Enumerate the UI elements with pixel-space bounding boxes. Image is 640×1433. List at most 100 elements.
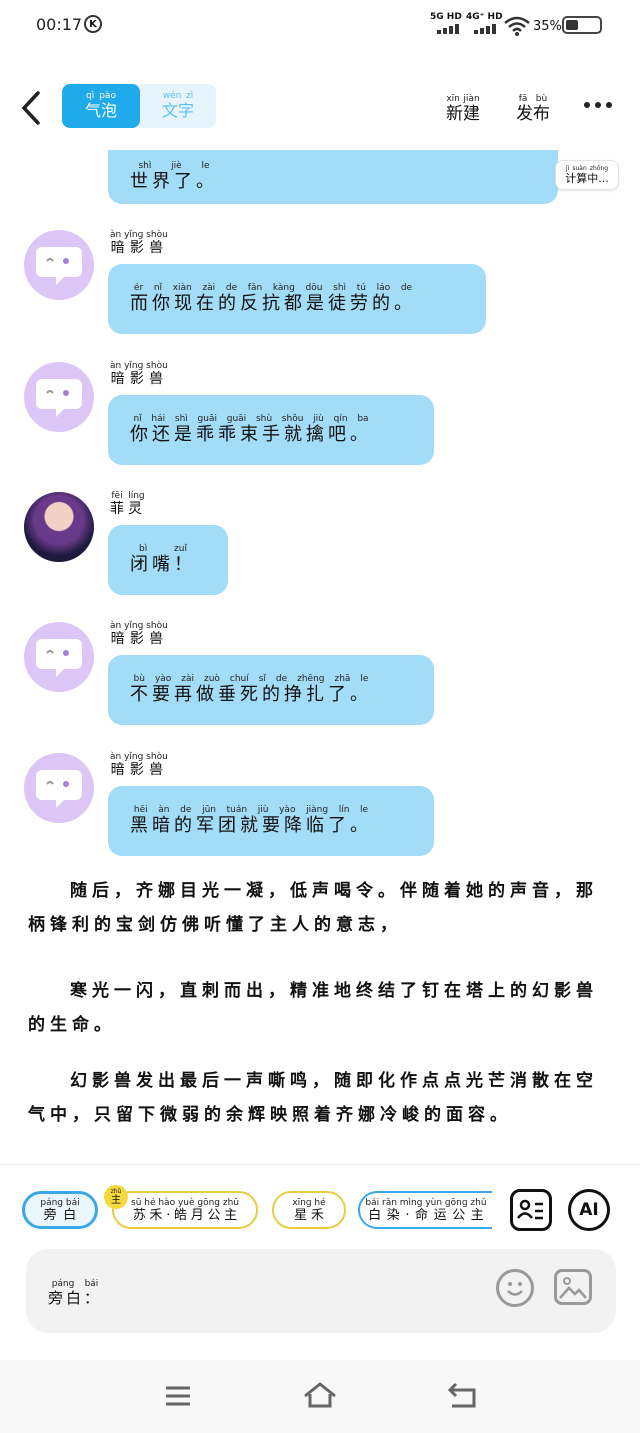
ghost-avatar-icon <box>36 770 82 808</box>
role-label: 苏禾·皓月公主 <box>131 1207 239 1223</box>
speaker-pinyin: àn yǐng shòu <box>110 230 168 240</box>
role-pinyin: bái rǎn mìng yùn gōng zhǔ <box>365 1197 487 1208</box>
role-label: 星禾 <box>292 1207 326 1223</box>
role-label: 白染·命运公主 <box>365 1207 487 1223</box>
role-pinyin: xīng hé <box>292 1197 326 1208</box>
tab-bubble[interactable]: 气泡qì pào <box>62 84 140 128</box>
tab-bubble-label: 气泡 <box>84 101 117 120</box>
avatar-shadow-beast[interactable] <box>24 362 94 432</box>
status-time: 00:17 <box>36 15 83 34</box>
host-label: 主 <box>110 1195 122 1206</box>
new-button[interactable]: 新建xīn jiàn <box>446 94 480 124</box>
narration-paragraph: 随后，齐娜目光一凝，低声喝令。伴随着她的声音，那柄锋利的宝剑仿佛听懂了主人的意志… <box>28 881 598 935</box>
battery-icon <box>562 16 602 34</box>
message-text: 而你现在的反抗都是徒劳的。 <box>130 293 416 314</box>
message-bubble[interactable]: 黑暗的军团就要降临了。hēi àn de jūn tuán jiù yào ji… <box>108 786 434 856</box>
character-card-glyph <box>517 1199 543 1220</box>
speaker-label: 暗影兽 <box>110 762 168 778</box>
ghost-avatar-icon <box>36 379 82 417</box>
input-prefix-label: 旁白： <box>48 1289 103 1307</box>
message-pinyin: shì jiè le <box>130 161 218 171</box>
host-badge: 主zhǔ <box>104 1185 128 1209</box>
message-text: 黑暗的军团就要降临了。 <box>130 815 372 836</box>
avatar-feiling[interactable] <box>24 492 94 562</box>
k-badge-icon: K <box>84 15 102 33</box>
narration-block[interactable]: 寒光一闪，直刺而出，精准地终结了钉在塔上的幻影兽的生命。 <box>28 974 614 1042</box>
speaker-name: 暗影兽àn yǐng shòu <box>110 361 168 388</box>
input-speaker-prefix: 旁白：páng bái <box>48 1279 102 1308</box>
avatar-shadow-beast[interactable] <box>24 622 94 692</box>
network-5g-label: 5G HD <box>430 12 462 22</box>
back-arrow-icon[interactable] <box>20 90 42 126</box>
publish-label: 发布 <box>516 104 550 124</box>
role-pinyin: sū hé hào yuè gōng zhǔ <box>131 1197 239 1208</box>
signal-icon <box>437 24 459 34</box>
role-selector-bar: 旁白páng bái 苏禾·皓月公主sū hé hào yuè gōng zhǔ… <box>0 1164 640 1360</box>
avatar-shadow-beast[interactable] <box>24 230 94 300</box>
speaker-name: 菲灵fēi líng <box>110 491 146 518</box>
message-bubble-partial[interactable]: 世界了。shì jiè le <box>108 150 558 204</box>
speaker-pinyin: àn yǐng shòu <box>110 752 168 762</box>
role-pinyin: páng bái <box>40 1197 80 1208</box>
calculating-pinyin: jì suàn zhōng <box>565 164 609 172</box>
narration-block[interactable]: 随后，齐娜目光一凝，低声喝令。伴随着她的声音，那柄锋利的宝剑仿佛听懂了主人的意志… <box>28 874 614 942</box>
new-pinyin: xīn jiàn <box>446 94 480 104</box>
message-pinyin: nǐ hái shì guāi guāi shù shǒu jiù qín ba <box>130 414 372 424</box>
signal-icon-2 <box>474 24 496 34</box>
wifi-icon <box>504 16 530 36</box>
speaker-label: 暗影兽 <box>110 240 168 256</box>
status-bar: 00:17 K 5G HD 4G⁺ HD 35% <box>0 0 640 52</box>
more-options-icon[interactable] <box>584 102 612 108</box>
calculating-label: 计算中... <box>565 171 609 185</box>
view-mode-toggle: 气泡qì pào 文字wén zì <box>62 84 216 128</box>
avatar-shadow-beast[interactable] <box>24 753 94 823</box>
narration-paragraph: 幻影兽发出最后一声嘶鸣，随即化作点点光芒消散在空气中，只留下微弱的余辉映照着齐娜… <box>28 1071 598 1125</box>
emoji-icon[interactable] <box>496 1269 534 1307</box>
message-bubble[interactable]: 而你现在的反抗都是徒劳的。ér nǐ xiàn zài de fǎn kàng … <box>108 264 486 334</box>
role-chip-suhe[interactable]: 苏禾·皓月公主sū hé hào yuè gōng zhǔ <box>112 1191 258 1229</box>
role-chip-bairan[interactable]: 白染·命运公主bái rǎn mìng yùn gōng zhǔ <box>358 1191 492 1229</box>
speaker-label: 暗影兽 <box>110 371 168 387</box>
network-4g-label: 4G⁺ HD <box>466 12 503 22</box>
message-text: 世界了。 <box>130 171 218 192</box>
speaker-pinyin: fēi líng <box>110 491 146 501</box>
message-bubble[interactable]: 闭嘴！bì zuǐ <box>108 525 228 595</box>
battery-percent: 35% <box>533 19 562 34</box>
speaker-label: 菲灵 <box>110 501 146 517</box>
system-nav-bar <box>0 1360 640 1433</box>
menu-icon[interactable] <box>164 1384 192 1408</box>
calculating-badge: 计算中...jì suàn zhōng <box>555 160 619 190</box>
role-chip-xinghe[interactable]: 星禾xīng hé <box>272 1191 346 1229</box>
message-input[interactable]: 旁白：páng bái <box>26 1249 616 1333</box>
speaker-label: 暗影兽 <box>110 631 168 647</box>
speaker-pinyin: àn yǐng shòu <box>110 621 168 631</box>
message-text: 闭嘴！ <box>130 554 196 575</box>
new-label: 新建 <box>446 104 480 124</box>
message-bubble[interactable]: 你还是乖乖束手就擒吧。nǐ hái shì guāi guāi shù shǒu… <box>108 395 434 465</box>
message-text: 不要再做垂死的挣扎了。 <box>130 684 372 705</box>
host-pinyin: zhǔ <box>110 1188 122 1195</box>
character-card-icon[interactable] <box>510 1189 552 1231</box>
message-pinyin: hēi àn de jūn tuán jiù yào jiàng lín le <box>130 805 372 815</box>
image-upload-icon[interactable] <box>554 1269 592 1305</box>
app-header: 气泡qì pào 文字wén zì 新建xīn jiàn 发布fā bù <box>0 68 640 148</box>
input-prefix-pinyin: páng bái <box>48 1279 102 1289</box>
narration-block[interactable]: 幻影兽发出最后一声嘶鸣，随即化作点点光芒消散在空气中，只留下微弱的余辉映照着齐娜… <box>28 1064 614 1132</box>
role-chip-narrator[interactable]: 旁白páng bái <box>22 1191 98 1229</box>
message-pinyin: bì zuǐ <box>130 544 196 554</box>
ai-button[interactable]: AI <box>568 1189 610 1231</box>
ghost-avatar-icon <box>36 639 82 677</box>
tab-text[interactable]: 文字wén zì <box>140 84 216 128</box>
narration-paragraph: 寒光一闪，直刺而出，精准地终结了钉在塔上的幻影兽的生命。 <box>28 981 598 1035</box>
home-icon[interactable] <box>302 1380 338 1410</box>
message-bubble[interactable]: 不要再做垂死的挣扎了。bù yào zài zuò chuí sǐ de zhē… <box>108 655 434 725</box>
message-pinyin: bù yào zài zuò chuí sǐ de zhēng zhā le <box>130 674 372 684</box>
publish-button[interactable]: 发布fā bù <box>516 94 550 124</box>
back-nav-icon[interactable] <box>446 1380 478 1410</box>
speaker-name: 暗影兽àn yǐng shòu <box>110 230 168 257</box>
role-label: 旁白 <box>40 1207 80 1223</box>
publish-pinyin: fā bù <box>516 94 550 104</box>
tab-text-pinyin: wén zì <box>161 91 194 101</box>
speaker-name: 暗影兽àn yǐng shòu <box>110 752 168 779</box>
tab-text-label: 文字 <box>161 101 194 120</box>
